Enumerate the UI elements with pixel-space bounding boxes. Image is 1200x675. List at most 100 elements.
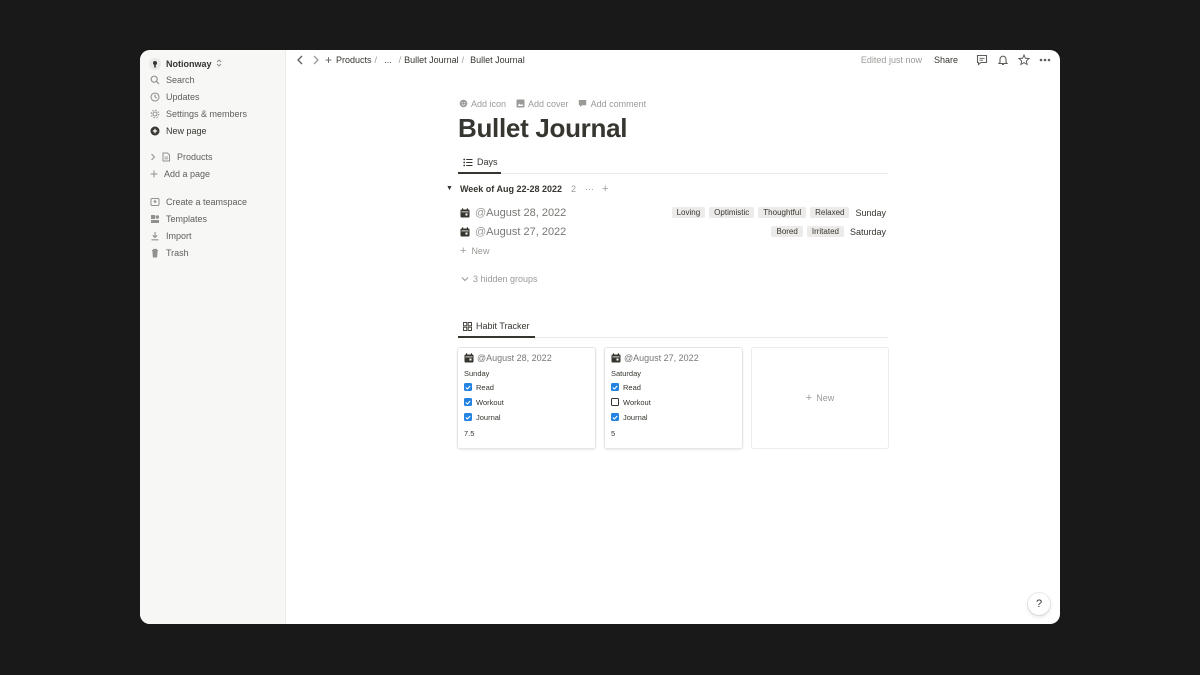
import-icon [149, 230, 161, 242]
plus-circle-icon [149, 125, 161, 137]
triangle-down-icon[interactable]: ▼ [446, 185, 453, 192]
comment-icon[interactable] [975, 53, 989, 67]
breadcrumb-item[interactable]: Bullet Journal [404, 55, 459, 65]
clock-icon [149, 91, 161, 103]
sidebar-item-search[interactable]: Search [149, 72, 195, 88]
more-icon[interactable]: ··· [585, 184, 594, 194]
sidebar-item-templates[interactable]: Templates [149, 211, 207, 227]
habit-checkbox[interactable]: Read [611, 382, 641, 392]
sidebar-item-trash[interactable]: Trash [149, 245, 189, 261]
add-icon-button[interactable]: Add icon [458, 99, 506, 109]
list-icon [463, 158, 473, 167]
workspace-switcher[interactable]: Notionway [149, 54, 222, 74]
tab-label: Habit Tracker [476, 321, 530, 331]
card-weekday: Sunday [464, 369, 490, 378]
bell-icon[interactable] [996, 53, 1010, 67]
tag: Bored [771, 226, 803, 237]
checkbox-unchecked-icon[interactable] [611, 398, 619, 406]
page-title[interactable]: Bullet Journal [458, 113, 627, 144]
sidebar-item-label: Create a teamspace [166, 197, 248, 207]
sidebar-item-label: Updates [166, 92, 200, 102]
new-label: New [471, 245, 490, 256]
habit-checkbox[interactable]: Workout [464, 397, 504, 407]
star-icon[interactable] [1017, 53, 1031, 67]
plus-icon [149, 168, 159, 180]
sidebar-item-settings[interactable]: Settings & members [149, 106, 247, 122]
plus-icon[interactable]: + [325, 53, 332, 67]
habit-checkbox[interactable]: Journal [611, 412, 648, 422]
sidebar-item-label: Products [177, 152, 213, 162]
habit-checkbox[interactable]: Read [464, 382, 494, 392]
checkbox-checked-icon[interactable] [464, 383, 472, 391]
checkbox-checked-icon[interactable] [464, 413, 472, 421]
group-count: 2 [570, 183, 576, 194]
new-row-button[interactable]: + New [460, 244, 489, 257]
forward-arrow-icon[interactable] [310, 54, 322, 66]
card-date: @ August 28, 2022 [464, 353, 552, 363]
sidebar-item-products[interactable]: Products [149, 149, 213, 165]
checkbox-checked-icon[interactable] [464, 398, 472, 406]
gallery-card[interactable]: @ August 27, 2022 Saturday Read Workout J… [604, 347, 743, 449]
new-card-button[interactable]: + New [751, 347, 889, 449]
card-weekday: Saturday [611, 369, 642, 378]
tag: Thoughtful [758, 207, 807, 218]
sidebar-item-new-page[interactable]: New page [149, 123, 207, 139]
gallery-card[interactable]: @ August 28, 2022 Sunday Read Workout Jou… [457, 347, 596, 449]
add-cover-button[interactable]: Add cover [515, 99, 569, 109]
hidden-groups-toggle[interactable]: 3 hidden groups [461, 272, 538, 285]
smiley-icon [458, 99, 468, 109]
breadcrumb-item[interactable]: Products [336, 55, 372, 65]
tag: Irritated [806, 226, 844, 237]
group-title[interactable]: Week of Aug 22-28 2022 [460, 184, 562, 194]
tab-active-indicator [458, 172, 501, 174]
sidebar-add-page[interactable]: Add a page [149, 166, 210, 182]
back-arrow-icon[interactable] [294, 54, 306, 66]
habit-checkbox[interactable]: Journal [464, 412, 501, 422]
sidebar-item-updates[interactable]: Updates [149, 89, 200, 105]
page-icon [160, 151, 172, 163]
card-score: 5 [611, 429, 616, 438]
chevron-right-icon[interactable] [149, 151, 157, 163]
habit-checkbox[interactable]: Workout [611, 397, 651, 407]
image-icon [515, 99, 525, 109]
card-date: @ August 27, 2022 [611, 353, 699, 363]
mood-tags: Bored Irritated Saturday [767, 226, 886, 237]
plus-icon: + [805, 392, 813, 404]
tag: Relaxed [810, 207, 850, 218]
table-row[interactable]: @August 27, 2022 Bored Irritated Saturda… [460, 224, 888, 240]
breadcrumb-ellipsis[interactable]: ... [384, 55, 392, 65]
edited-status: Edited just now [860, 55, 922, 65]
breadcrumb-item[interactable]: Bullet Journal [470, 55, 525, 65]
table-row[interactable]: @August 28, 2022 Loving Optimistic Thoug… [460, 205, 888, 221]
calendar-icon [611, 353, 621, 363]
calendar-icon [460, 208, 470, 218]
workspace-name: Notionway [166, 59, 212, 69]
mood-tags: Loving Optimistic Thoughtful Relaxed Sun… [668, 207, 886, 218]
sidebar-item-label: Search [166, 75, 195, 85]
app-window: Notionway Search Updates Settings & memb… [140, 50, 1060, 624]
weekday: Sunday [855, 207, 886, 218]
plus-icon[interactable]: + [602, 183, 608, 195]
sidebar-item-label: Import [166, 231, 192, 241]
sidebar-item-import[interactable]: Import [149, 228, 192, 244]
gallery-icon [463, 321, 472, 331]
help-button[interactable]: ? [1028, 593, 1050, 615]
row-date: @August 28, 2022 [475, 207, 567, 219]
trash-icon [149, 247, 161, 259]
hidden-groups-label: 3 hidden groups [473, 273, 538, 284]
topbar-actions: Edited just now Share [861, 53, 1052, 67]
chevron-down-icon [461, 274, 469, 284]
add-comment-button[interactable]: Add comment [578, 99, 646, 109]
tab-days[interactable]: Days [458, 154, 503, 170]
share-button[interactable]: Share [934, 55, 958, 65]
more-icon[interactable] [1038, 53, 1052, 67]
tab-habit-tracker[interactable]: Habit Tracker [458, 318, 535, 334]
plus-icon: + [460, 244, 467, 257]
topbar: + Products / ... / Bullet Journal / Bull… [286, 50, 1060, 70]
sidebar-item-label: Templates [166, 214, 208, 224]
sidebar: Notionway Search Updates Settings & memb… [140, 50, 286, 624]
sidebar-item-create-teamspace[interactable]: Create a teamspace [149, 194, 247, 210]
group-header: ▼ Week of Aug 22-28 2022 2 ··· + [446, 182, 608, 195]
checkbox-checked-icon[interactable] [611, 383, 619, 391]
checkbox-checked-icon[interactable] [611, 413, 619, 421]
